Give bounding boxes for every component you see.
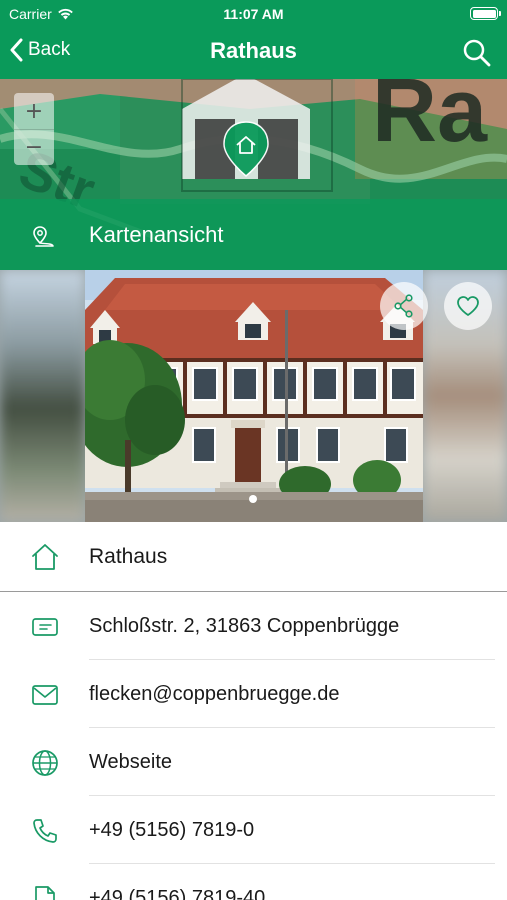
map-pin-icon	[223, 121, 269, 177]
map-view-label: Kartenansicht	[89, 222, 224, 247]
mail-icon	[32, 685, 58, 705]
map-zoom-control: + −	[14, 93, 54, 165]
document-icon	[35, 886, 55, 900]
page-title: Rathaus	[210, 38, 297, 63]
search-icon	[463, 39, 491, 67]
home-icon	[32, 544, 58, 570]
detail-title-row: Rathaus	[0, 522, 507, 592]
phone-row[interactable]: +49 (5156) 7819-0	[0, 796, 507, 864]
detail-title: Rathaus	[89, 544, 168, 568]
battery-icon	[470, 7, 501, 20]
details-list: Rathaus Schloßstr. 2, 31863 Coppenbrügge…	[0, 522, 507, 900]
phone-icon	[33, 819, 57, 843]
map-preview[interactable]: Ra Str + − Kartenansicht	[0, 79, 507, 270]
zoom-out-button[interactable]: −	[14, 129, 54, 165]
svg-text:Ra: Ra	[372, 79, 488, 161]
email-row[interactable]: flecken@coppenbruegge.de	[0, 660, 507, 728]
carousel-page-indicator[interactable]	[249, 495, 257, 503]
fax-text: +49 (5156) 7819-40	[89, 886, 266, 900]
photo-prev-preview	[0, 270, 85, 522]
address-card-icon	[32, 618, 58, 636]
fax-row[interactable]: +49 (5156) 7819-40	[0, 864, 507, 900]
photo-carousel[interactable]	[0, 270, 507, 522]
status-time: 11:07 AM	[223, 6, 284, 22]
navigation-bar: Back Rathaus	[0, 28, 507, 79]
heart-icon	[457, 296, 479, 316]
share-icon	[394, 294, 413, 318]
address-row[interactable]: Schloßstr. 2, 31863 Coppenbrügge	[0, 592, 507, 660]
map-location-icon	[33, 226, 54, 247]
phone-link[interactable]: +49 (5156) 7819-0	[89, 819, 254, 842]
zoom-in-button[interactable]: +	[14, 93, 54, 129]
website-link[interactable]: Webseite	[89, 751, 172, 774]
address-text: Schloßstr. 2, 31863 Coppenbrügge	[89, 614, 400, 637]
app-header: Carrier 11:07 AM Back Rathaus	[0, 0, 507, 79]
building-photo	[85, 270, 423, 522]
map-view-link[interactable]: Kartenansicht	[0, 206, 507, 270]
status-bar: Carrier 11:07 AM	[0, 0, 507, 28]
search-button[interactable]	[461, 37, 493, 69]
favorite-button[interactable]	[444, 282, 492, 330]
share-button[interactable]	[380, 282, 428, 330]
website-row[interactable]: Webseite	[0, 728, 507, 796]
email-link[interactable]: flecken@coppenbruegge.de	[89, 683, 340, 706]
globe-icon	[32, 750, 58, 776]
